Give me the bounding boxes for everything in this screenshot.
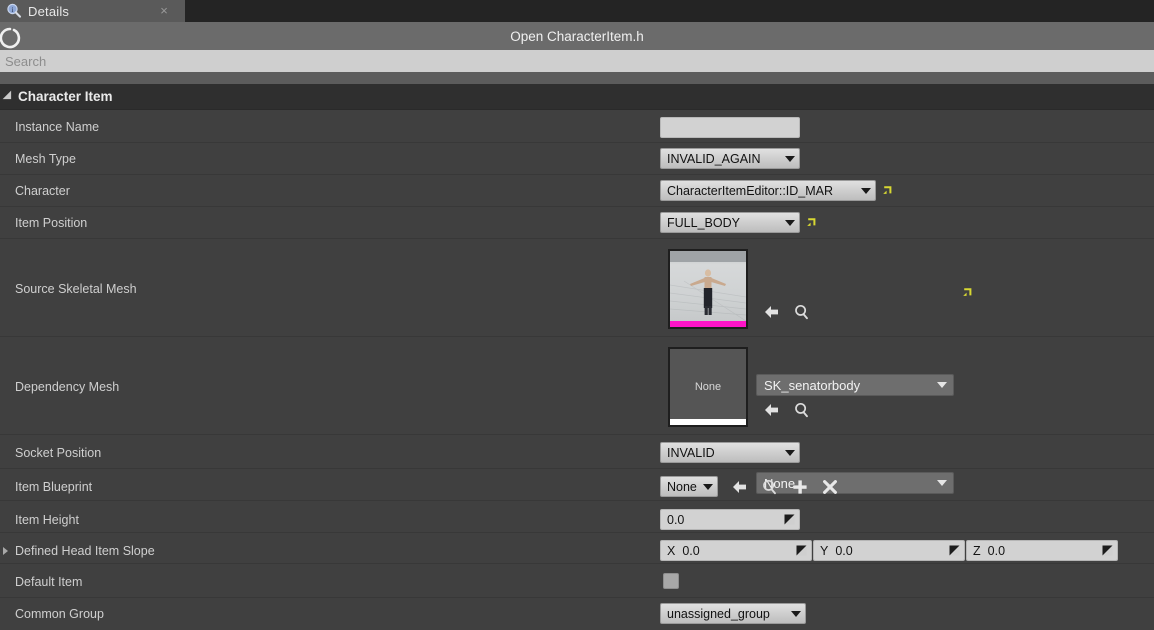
source-skeletal-mesh-dropdown[interactable]: SK_senatorbody: [756, 374, 954, 396]
label-instance-name: Instance Name: [15, 120, 100, 134]
chevron-down-icon: [703, 483, 713, 490]
item-height-value: 0.0: [667, 512, 685, 527]
row-separator: [0, 500, 1154, 501]
item-height-input[interactable]: 0.0: [660, 509, 800, 530]
row-separator: [0, 468, 1154, 469]
chevron-down-icon: [861, 187, 871, 194]
chevron-down-icon: [791, 610, 801, 617]
thumbnail-accent-bar: [670, 321, 746, 327]
drag-handle-icon[interactable]: [795, 544, 808, 557]
expander-defined-head-item-slope[interactable]: [3, 547, 8, 555]
axis-label-z: Z: [973, 543, 981, 558]
add-icon[interactable]: [790, 477, 810, 497]
label-dependency-mesh: Dependency Mesh: [15, 380, 120, 394]
none-thumbnail: None: [670, 349, 746, 425]
details-magnifier-icon: i: [6, 3, 22, 19]
label-item-position: Item Position: [15, 216, 88, 230]
category-header-character-item[interactable]: Character Item: [0, 84, 1154, 110]
search-input[interactable]: Search: [5, 54, 46, 69]
axis-label-y: Y: [820, 543, 829, 558]
row-separator: [0, 142, 1154, 143]
reset-to-default-icon[interactable]: [806, 216, 819, 229]
drag-handle-icon[interactable]: [948, 544, 961, 557]
browse-back-icon[interactable]: [762, 302, 782, 322]
chevron-down-icon: [937, 480, 947, 486]
dependency-mesh-dropdown[interactable]: None: [756, 472, 954, 494]
common-group-dropdown[interactable]: unassigned_group: [660, 603, 806, 624]
label-defined-head-item-slope: Defined Head Item Slope: [15, 544, 155, 558]
defined-head-item-slope-y[interactable]: Y 0.0: [813, 540, 965, 561]
label-mesh-type: Mesh Type: [15, 152, 76, 166]
tab-details[interactable]: i Details ×: [0, 0, 185, 22]
search-bar[interactable]: Search: [0, 50, 1154, 72]
label-source-skeletal-mesh: Source Skeletal Mesh: [15, 282, 137, 296]
find-in-content-browser-icon[interactable]: [792, 302, 812, 322]
panel-divider: [0, 72, 1154, 84]
character-t-pose-thumbnail: [670, 251, 746, 327]
reset-to-default-icon[interactable]: [882, 184, 895, 197]
tab-bar: i Details ×: [0, 0, 1154, 22]
row-separator: [0, 532, 1154, 533]
defined-head-item-slope-x-value: 0.0: [682, 543, 700, 558]
socket-position-dropdown[interactable]: INVALID: [660, 442, 800, 463]
axis-label-x: X: [667, 543, 676, 558]
thumbnail-accent-bar: [670, 419, 746, 425]
character-value: CharacterItemEditor::ID_MAR: [667, 183, 834, 198]
item-position-value: FULL_BODY: [667, 215, 740, 230]
open-header-label[interactable]: Open CharacterItem.h: [0, 29, 1154, 44]
find-in-content-browser-icon[interactable]: [760, 477, 780, 497]
source-skeletal-mesh-thumbnail[interactable]: [668, 249, 748, 329]
row-separator: [0, 238, 1154, 239]
row-separator: [0, 563, 1154, 564]
reset-to-default-icon[interactable]: [962, 286, 975, 299]
item-position-dropdown[interactable]: FULL_BODY: [660, 212, 800, 233]
row-separator: [0, 597, 1154, 598]
mesh-type-dropdown[interactable]: INVALID_AGAIN: [660, 148, 800, 169]
label-default-item: Default Item: [15, 575, 83, 589]
label-item-height: Item Height: [15, 513, 79, 527]
default-item-checkbox[interactable]: [663, 573, 679, 589]
close-icon[interactable]: ×: [155, 2, 173, 20]
dependency-mesh-thumbnail[interactable]: None: [668, 347, 748, 427]
label-character: Character: [15, 184, 70, 198]
socket-position-value: INVALID: [667, 445, 715, 460]
defined-head-item-slope-y-value: 0.0: [835, 543, 853, 558]
tab-details-label: Details: [28, 3, 70, 19]
browse-back-icon[interactable]: [730, 477, 750, 497]
find-in-content-browser-icon[interactable]: [792, 400, 812, 420]
source-skeletal-mesh-value: SK_senatorbody: [764, 377, 861, 393]
item-blueprint-value: None: [667, 479, 697, 494]
mesh-type-value: INVALID_AGAIN: [667, 151, 761, 166]
defined-head-item-slope-z-value: 0.0: [987, 543, 1006, 558]
row-separator: [0, 336, 1154, 337]
row-separator: [0, 206, 1154, 207]
row-separator: [0, 174, 1154, 175]
drag-handle-icon[interactable]: [783, 513, 796, 526]
chevron-down-icon: [785, 219, 795, 226]
svg-text:i: i: [12, 6, 14, 14]
item-blueprint-dropdown[interactable]: None: [660, 476, 718, 497]
label-item-blueprint: Item Blueprint: [15, 480, 93, 494]
drag-handle-icon[interactable]: [1101, 544, 1114, 557]
browse-back-icon[interactable]: [762, 400, 782, 420]
character-dropdown[interactable]: CharacterItemEditor::ID_MAR: [660, 180, 876, 201]
instance-name-input[interactable]: [660, 117, 800, 138]
chevron-down-icon: [937, 382, 947, 388]
property-list: Instance Name Mesh Type INVALID_AGAIN Ch…: [0, 110, 1154, 630]
category-title: Character Item: [18, 89, 113, 104]
common-group-value: unassigned_group: [667, 606, 770, 621]
chevron-down-icon: [785, 155, 795, 162]
chevron-down-icon: [785, 449, 795, 456]
defined-head-item-slope-z[interactable]: Z 0.0: [966, 540, 1118, 561]
row-separator: [0, 434, 1154, 435]
toolbar: Open CharacterItem.h: [0, 22, 1154, 50]
clear-icon[interactable]: [820, 477, 840, 497]
label-socket-position: Socket Position: [15, 446, 102, 460]
defined-head-item-slope-x[interactable]: X 0.0: [660, 540, 812, 561]
label-common-group: Common Group: [15, 607, 104, 621]
chevron-down-icon[interactable]: [2, 90, 16, 103]
